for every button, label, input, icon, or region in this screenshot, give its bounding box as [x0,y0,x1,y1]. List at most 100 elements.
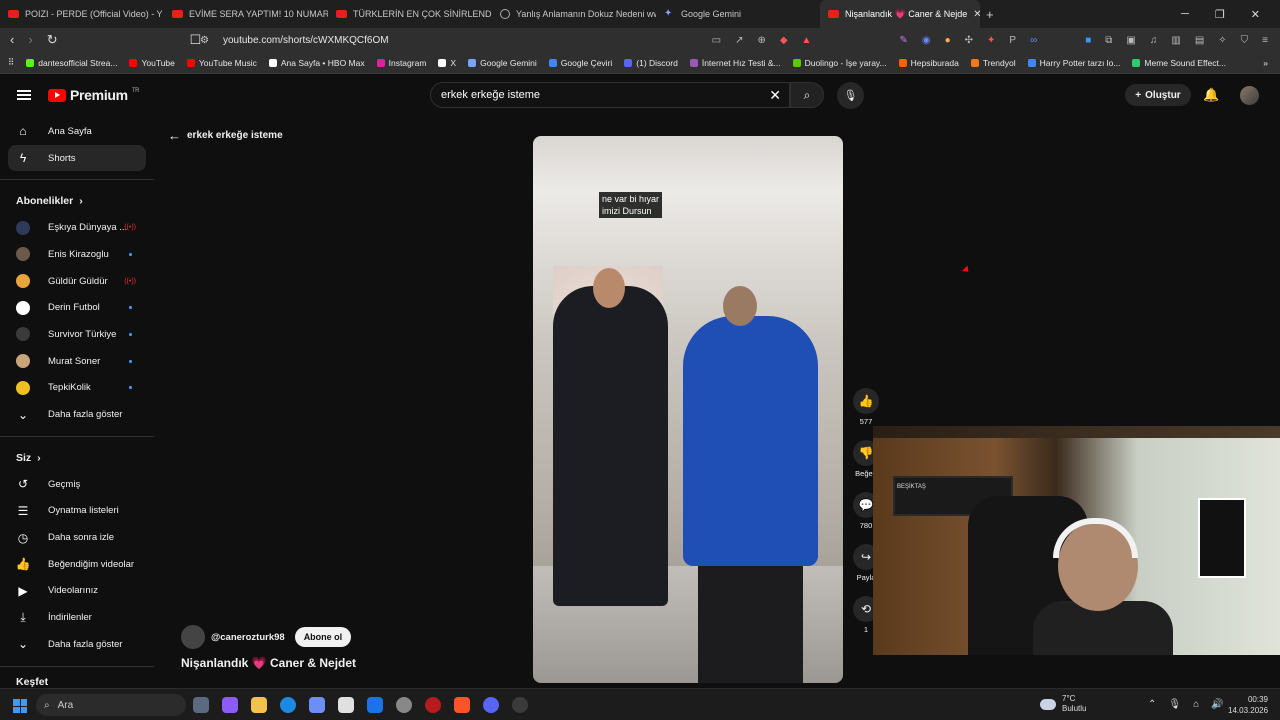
sidebar-item[interactable]: ▶ Videolarınız [0,578,154,605]
sidebar-item[interactable]: ϟ Shorts [8,144,146,172]
more-bookmarks-icon[interactable]: » [1263,58,1280,68]
search-input[interactable]: erkek erkeğe isteme ✕ [430,82,790,108]
subscribe-button[interactable]: Abone ol [294,627,352,647]
channel-handle[interactable]: @canerozturk98 [211,632,285,643]
show-more-subscriptions[interactable]: ⌄ Daha fazla göster [0,401,154,428]
brave-rewards-icon[interactable]: ▲ [802,35,812,46]
app-icon[interactable] [309,697,325,713]
show-more-you[interactable]: ⌄ Daha fazla göster [0,631,154,658]
search-button[interactable]: ⌕ [790,82,824,108]
bookmark-item[interactable]: (1) Discord [624,58,678,68]
sidebar-item[interactable]: ↺ Geçmiş [0,471,154,498]
weather-widget[interactable]: 7°C Bulutlu [1040,694,1086,714]
close-tab-icon[interactable]: ✕ [973,9,980,20]
sidebar-item[interactable]: ☰ Oynatma listeleri [0,498,154,525]
task-view-icon[interactable] [193,697,209,713]
extension-puzzle-icon[interactable]: ✣ [965,35,973,46]
edge-icon[interactable] [280,697,296,713]
explore-heading[interactable]: Keşfet [0,675,154,689]
extension-link-icon[interactable]: ∞ [1030,35,1037,46]
extension-blue-icon[interactable]: ■ [1085,35,1091,46]
screenshot-icon[interactable]: ▣ [1126,35,1135,46]
site-info-icon[interactable]: ⚙ [200,35,209,46]
app-red-icon[interactable] [425,697,441,713]
vpn-icon[interactable]: ⛉ [1241,35,1249,46]
browser-tab[interactable]: Yanlış Anlamanın Dokuz Nedeni ww [492,0,656,28]
bookmark-item[interactable]: Ana Sayfa • HBO Max [268,58,365,68]
bookmark-item[interactable]: Meme Sound Effect... [1132,58,1226,68]
subscription-item[interactable]: TepkiKolik [0,375,154,402]
browser-tab[interactable]: Nişanlandık 💗 Caner & Nejde ✕ [820,0,980,28]
sidebar-item[interactable]: ⤓ İndirilenler [0,604,154,631]
zoom-icon[interactable]: ⊕ [757,35,765,46]
new-tab-button[interactable]: + [980,7,1000,22]
restore-icon[interactable]: ❐ [1215,8,1225,21]
microphone-icon[interactable]: 🎙 [1168,699,1181,710]
copilot-icon[interactable] [222,697,238,713]
reload-icon[interactable]: ↻ [47,32,58,48]
taskbar-search[interactable]: ⌕ Ara [36,694,186,716]
file-explorer-icon[interactable] [251,697,267,713]
browser-tab[interactable]: ✦ Google Gemini [656,0,820,28]
minimize-icon[interactable]: ─ [1181,8,1189,21]
extension-user-icon[interactable]: ● [945,35,951,46]
clock[interactable]: 00:39 14.03.2026 [1228,694,1268,716]
you-heading[interactable]: Siz › [0,445,154,471]
share-page-icon[interactable]: ↗ [735,35,743,46]
bookmark-item[interactable]: YouTube Music [186,58,257,68]
create-button[interactable]: + Oluştur [1125,84,1191,106]
subscription-item[interactable]: Murat Soner [0,348,154,375]
subscription-item[interactable]: Enis Kirazoglu [0,241,154,268]
bookmark-item[interactable]: YouTube [129,58,175,68]
cast-icon[interactable]: ▭ [712,35,721,46]
network-icon[interactable]: ⌂ [1193,699,1199,710]
discord-icon[interactable] [483,697,499,713]
volume-icon[interactable]: 🔊 [1211,699,1223,710]
bookmark-item[interactable]: Google Çeviri [548,58,612,68]
subscriptions-heading[interactable]: Abonelikler › [0,188,154,214]
youtube-logo[interactable]: Premium TR [48,87,140,103]
chevron-up-icon[interactable]: ⌃ [1148,699,1156,710]
brave-shield-icon[interactable]: ◆ [780,35,788,46]
sidebar-item[interactable]: ◷ Daha sonra izle [0,524,154,551]
guide-menu-icon[interactable] [17,90,31,100]
account-avatar[interactable] [1240,86,1259,105]
extension-p-icon[interactable]: P [1009,35,1016,46]
apps-icon[interactable]: ⠿ [8,57,14,68]
url-field[interactable]: youtube.com/shorts/cWXMKQCf6OM [223,35,389,46]
back-to-search-link[interactable]: ← erkek erkeğe isteme [168,128,283,143]
bookmark-item[interactable]: Hepsiburada [898,58,959,68]
sidebar-item[interactable]: ⌂ Ana Sayfa [0,118,154,145]
wallet-icon[interactable]: ▤ [1195,35,1204,46]
sidebar-item[interactable]: 👍 Beğendiğim videolar [0,551,154,578]
app-icon[interactable] [512,697,528,713]
brave-icon[interactable] [454,697,470,713]
store-icon[interactable] [338,697,354,713]
subscription-item[interactable]: Güldür Güldür ((•)) [0,268,154,295]
bookmark-item[interactable]: X [438,58,456,68]
bookmark-item[interactable]: Harry Potter tarzı lo... [1027,58,1120,68]
bookmark-item[interactable]: Duolingo - İşe yaray... [792,58,887,68]
subscription-item[interactable]: Survivor Türkiye [0,321,154,348]
extension-wave-icon[interactable]: ◉ [922,35,931,46]
short-video-player[interactable]: ne var bi hıyar imizi Dursun [533,136,843,683]
extensions-icon[interactable]: ⧉ [1105,35,1112,46]
browser-tab[interactable]: POIZI - PERDE (Official Video) - Y [0,0,164,28]
sidebar-toggle-icon[interactable]: ▥ [1171,35,1180,46]
subscription-item[interactable]: Derin Futbol [0,294,154,321]
notifications-bell-icon[interactable]: 🔔 [1203,87,1219,103]
windows-start-icon[interactable] [13,699,27,713]
forward-arrow-icon[interactable]: › [28,32,32,48]
extension-pen-icon[interactable]: ✎ [899,35,907,46]
subscription-item[interactable]: Eşkıya Dünyaya ... ((•)) [0,214,154,241]
close-window-icon[interactable]: ✕ [1251,8,1260,21]
voice-search-button[interactable]: 🎙 [837,82,864,109]
steam-icon[interactable] [396,697,412,713]
browser-tab[interactable]: EVİME SERA YAPTIM! 10 NUMARA O [164,0,328,28]
clear-search-icon[interactable]: ✕ [769,87,781,104]
media-icon[interactable]: ♫ [1150,35,1158,46]
back-arrow-icon[interactable]: ‹ [10,32,14,48]
leo-icon[interactable]: ✧ [1218,35,1226,46]
extension-red-icon[interactable]: ✦ [987,35,995,46]
bookmark-item[interactable]: Google Gemini [468,58,537,68]
